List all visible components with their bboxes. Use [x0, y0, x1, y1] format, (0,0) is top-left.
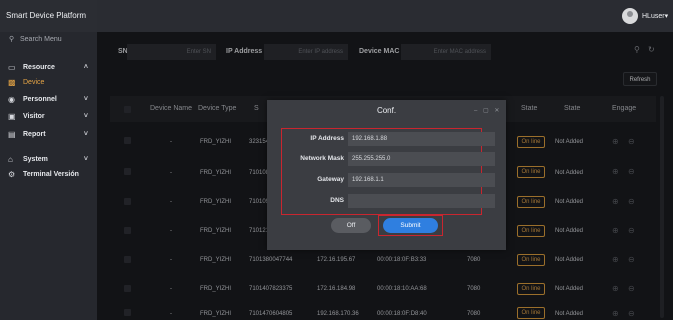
sidebar-item-personnel[interactable]: ◉ Personnel ˅ — [0, 91, 97, 109]
ip-address-label: IP Address — [310, 135, 344, 142]
chevron-down-icon: ˅ — [83, 96, 88, 103]
user-menu[interactable]: HLuser▾ — [642, 12, 668, 20]
visitor-icon: ▣ — [8, 112, 16, 121]
network-mask-field[interactable]: 255.255.255.0 — [348, 152, 495, 166]
sidebar-item-label: Report — [23, 131, 46, 138]
gateway-label: Gateway — [317, 176, 344, 183]
sidebar-item-visitor[interactable]: ▣ Visitor ˅ — [0, 108, 97, 126]
device-icon: ▩ — [8, 78, 16, 87]
sidebar-item-label: Terminal Versión — [23, 171, 79, 178]
network-mask-label: Network Mask — [300, 155, 344, 162]
sidebar-item-label: Visitor — [23, 113, 45, 120]
dns-label: DNS — [330, 197, 344, 204]
report-icon: ▤ — [8, 130, 16, 139]
search-menu-input[interactable]: ⚲ Search Menu — [0, 33, 97, 47]
submit-button[interactable]: Submit — [383, 218, 438, 233]
dialog-title: Conf. — [376, 106, 397, 115]
gateway-field[interactable]: 192.168.1.1 — [348, 173, 495, 187]
window-controls[interactable]: – ▢ ✕ — [474, 107, 501, 114]
sidebar-item-report[interactable]: ▤ Report ˅ — [0, 126, 97, 144]
off-button[interactable]: Off — [331, 218, 371, 233]
chevron-down-icon: ˅ — [83, 131, 88, 138]
dns-field[interactable] — [348, 194, 495, 208]
app-title: Smart Device Platform — [0, 0, 97, 32]
sidebar-item-device[interactable]: ▩ Device — [0, 74, 97, 92]
avatar[interactable] — [622, 8, 638, 24]
top-bar — [97, 0, 673, 32]
chevron-down-icon: ˅ — [83, 113, 88, 120]
sidebar-item-label: Device — [23, 79, 45, 86]
ip-address-field[interactable]: 192.168.1.88 — [348, 132, 495, 146]
search-menu-label: Search Menu — [20, 36, 62, 43]
sidebar-item-terminal-version[interactable]: ⚙ Terminal Versión — [0, 166, 97, 184]
network-form: IP Address 192.168.1.88 Network Mask 255… — [281, 128, 495, 215]
sidebar: Smart Device Platform ⚲ Search Menu ▭ Re… — [0, 0, 97, 320]
sidebar-item-label: Resource — [23, 64, 55, 71]
search-icon: ⚲ — [9, 36, 15, 43]
sidebar-item-label: System — [23, 156, 48, 163]
personnel-icon: ◉ — [8, 95, 15, 104]
sidebar-item-label: Personnel — [23, 96, 57, 103]
gear-icon: ⚙ — [8, 170, 16, 179]
